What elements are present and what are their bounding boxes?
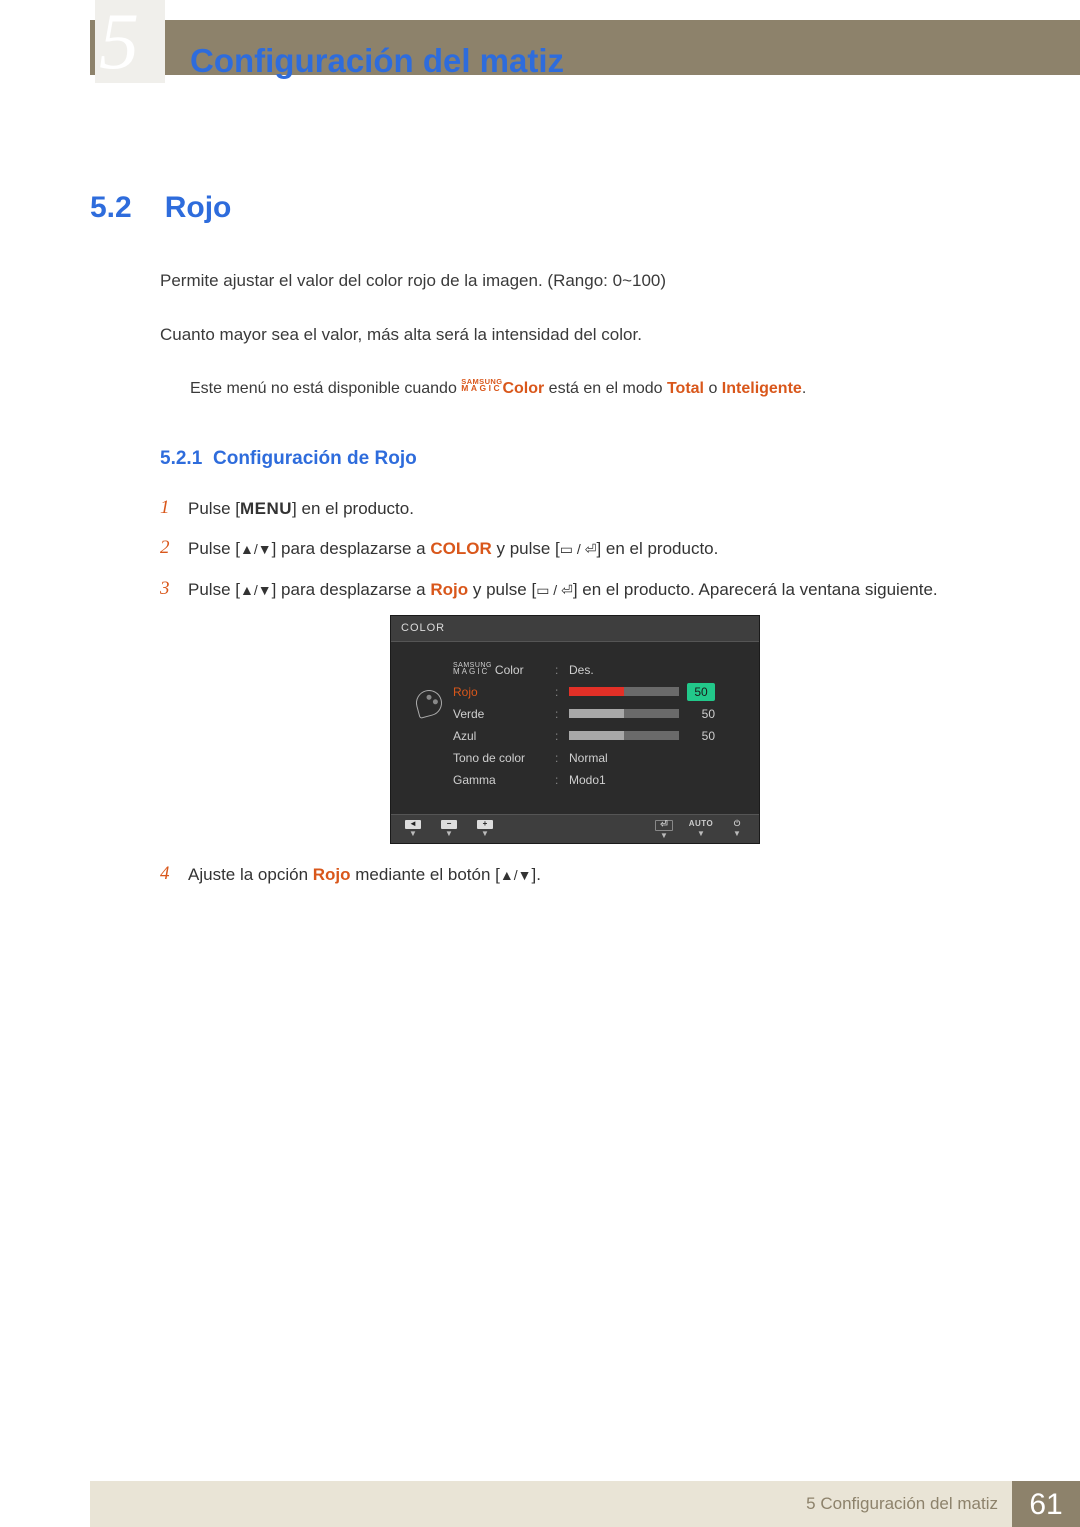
enter-icon: ▭ / ⏎ xyxy=(536,582,573,598)
osd-back-button: ◄▼ xyxy=(405,820,421,840)
subsection-number: 5.2.1 xyxy=(160,448,202,469)
chapter-number: 5 xyxy=(95,0,165,83)
note-mode-inteligente: Inteligente xyxy=(722,380,802,397)
osd-panel: COLOR SAMSUNGMAGICColor : Des. Rojo xyxy=(390,615,760,844)
note-text: está en el modo xyxy=(544,380,667,397)
osd-value: 50 xyxy=(687,705,715,723)
osd-auto-button: AUTO▼ xyxy=(693,820,709,840)
chevron-down-icon: ▼ xyxy=(481,830,489,838)
step-number: 4 xyxy=(160,860,188,889)
subsection-title: Configuración de Rojo xyxy=(213,448,417,469)
samsung-magic-logo: SAMSUNGMAGIC xyxy=(461,379,502,392)
osd-value: 50 xyxy=(687,727,715,745)
osd-slider-verde xyxy=(569,709,679,718)
availability-note: Este menú no está disponible cuando SAMS… xyxy=(190,377,990,401)
step-1: 1 Pulse [MENU] en el producto. xyxy=(160,494,990,523)
osd-slider-azul xyxy=(569,731,679,740)
osd-row-magic-color: SAMSUNGMAGICColor : Des. xyxy=(453,660,745,680)
step-4: 4 Ajuste la opción Rojo mediante el botó… xyxy=(160,860,990,889)
osd-label-text: Rojo xyxy=(453,683,555,701)
note-text: . xyxy=(802,380,806,397)
osd-label-text: Tono de color xyxy=(453,749,555,767)
osd-label-text: Color xyxy=(495,663,524,677)
power-icon: ⏻ xyxy=(729,820,745,829)
step-text: Pulse [▲/▼] para desplazarse a Rojo y pu… xyxy=(188,575,990,604)
arrow-up-down-icon: ▲/▼ xyxy=(240,582,272,598)
osd-slider-rojo xyxy=(569,687,679,696)
section-title: Rojo xyxy=(165,191,232,224)
plus-icon: + xyxy=(477,820,493,829)
step-text: Pulse [▲/▼] para desplazarse a COLOR y p… xyxy=(188,534,990,563)
osd-value: Normal xyxy=(569,749,608,767)
arrow-up-down-icon: ▲/▼ xyxy=(240,541,272,557)
chevron-down-icon: ▼ xyxy=(660,832,668,840)
osd-value: Des. xyxy=(569,661,594,679)
subsection-heading: 5.2.1 Configuración de Rojo xyxy=(160,445,990,474)
step-number: 1 xyxy=(160,494,188,523)
section-number: 5.2 xyxy=(90,185,160,230)
chevron-down-icon: ▼ xyxy=(697,830,705,838)
note-mode-total: Total xyxy=(667,380,704,397)
step-text: Ajuste la opción Rojo mediante el botón … xyxy=(188,860,990,889)
osd-plus-button: +▼ xyxy=(477,820,493,840)
note-color-word: Color xyxy=(502,380,544,397)
osd-label-text: Verde xyxy=(453,705,555,723)
osd-label-text: Gamma xyxy=(453,771,555,789)
osd-title: COLOR xyxy=(391,616,759,642)
footer-breadcrumb: 5 Configuración del matiz xyxy=(90,1481,1012,1527)
osd-value: 50 xyxy=(687,683,715,701)
nav-target-rojo: Rojo xyxy=(430,580,468,599)
step-3: 3 Pulse [▲/▼] para desplazarse a Rojo y … xyxy=(160,575,990,604)
page-number: 61 xyxy=(1012,1481,1080,1527)
page-footer: 5 Configuración del matiz 61 xyxy=(90,1481,1080,1527)
step-text: Pulse [MENU] en el producto. xyxy=(188,494,990,523)
chevron-down-icon: ▼ xyxy=(445,830,453,838)
osd-row-rojo: Rojo : 50 xyxy=(453,682,745,702)
enter-icon: ⏎ xyxy=(655,820,673,831)
osd-row-azul: Azul : 50 xyxy=(453,726,745,746)
osd-footer: ◄▼ −▼ +▼ ⏎▼ AUTO▼ ⏻▼ xyxy=(391,814,759,843)
back-icon: ◄ xyxy=(405,820,421,829)
menu-key: MENU xyxy=(240,499,292,518)
osd-enter-button: ⏎▼ xyxy=(655,820,673,840)
auto-label: AUTO xyxy=(693,820,709,829)
arrow-up-down-icon: ▲/▼ xyxy=(500,867,532,883)
osd-power-button: ⏻▼ xyxy=(729,820,745,840)
section-heading: 5.2 Rojo xyxy=(90,185,990,230)
chevron-down-icon: ▼ xyxy=(733,830,741,838)
osd-minus-button: −▼ xyxy=(441,820,457,840)
osd-label-text: Azul xyxy=(453,727,555,745)
page-title: Configuración del matiz xyxy=(190,36,564,86)
palette-icon xyxy=(413,687,445,719)
enter-icon: ▭ / ⏎ xyxy=(560,541,597,557)
osd-row-gamma: Gamma : Modo1 xyxy=(453,770,745,790)
note-text: Este menú no está disponible cuando xyxy=(190,380,461,397)
step-2: 2 Pulse [▲/▼] para desplazarse a COLOR y… xyxy=(160,534,990,563)
osd-row-tono: Tono de color : Normal xyxy=(453,748,745,768)
minus-icon: − xyxy=(441,820,457,829)
section-paragraph-1: Permite ajustar el valor del color rojo … xyxy=(160,268,990,294)
chevron-down-icon: ▼ xyxy=(409,830,417,838)
step-number: 3 xyxy=(160,575,188,604)
note-text: o xyxy=(704,380,722,397)
nav-target-color: COLOR xyxy=(430,539,491,558)
section-paragraph-2: Cuanto mayor sea el valor, más alta será… xyxy=(160,322,990,348)
osd-row-verde: Verde : 50 xyxy=(453,704,745,724)
step-number: 2 xyxy=(160,534,188,563)
samsung-magic-logo: SAMSUNGMAGIC xyxy=(453,663,492,676)
osd-value: Modo1 xyxy=(569,771,606,789)
option-rojo: Rojo xyxy=(313,865,351,884)
